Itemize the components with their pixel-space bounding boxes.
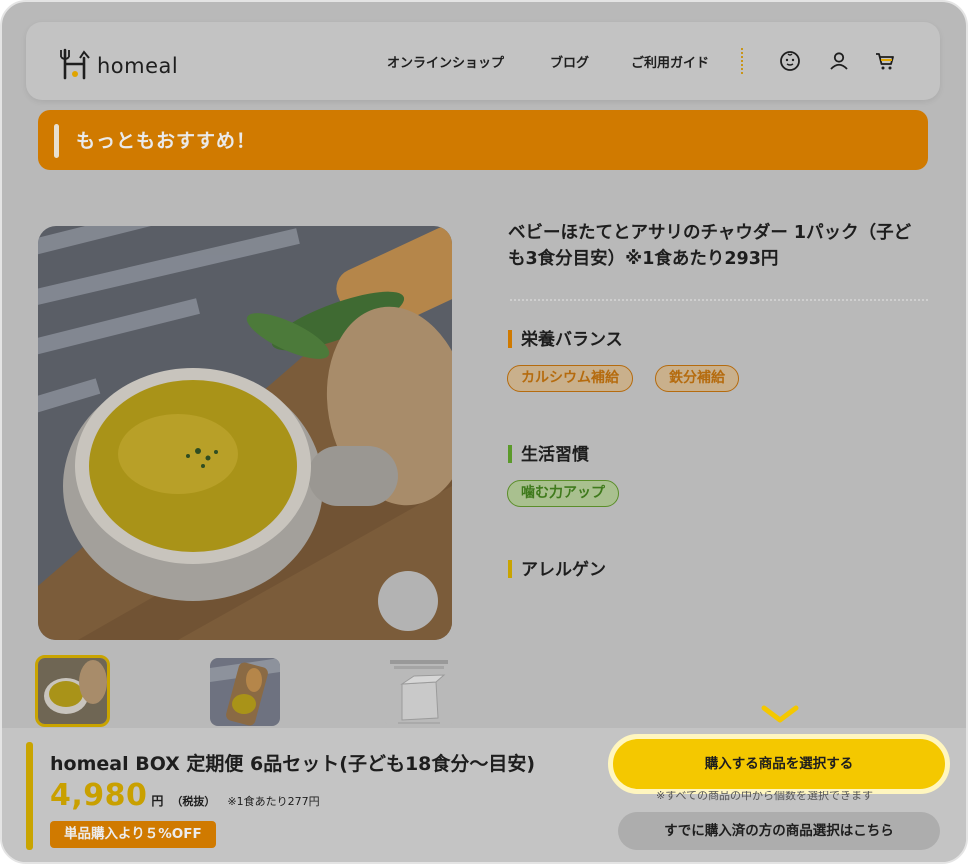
already-purchased-button[interactable]: すでに購入済の方の商品選択はこちら (618, 812, 940, 850)
box-plan-title: homeal BOX 定期便 6品セット(子ども18食分〜目安) (50, 753, 536, 775)
product-main-image[interactable] (38, 226, 452, 640)
section-allergen-heading: アレルゲン (508, 555, 606, 580)
recommend-banner: もっともおすすめ！ (38, 110, 928, 170)
purchase-bar-accent (26, 742, 33, 850)
section-nutrition-label: 栄養バランス (521, 330, 623, 350)
tag-iron: 鉄分補給 (655, 365, 739, 392)
section-accent-bar (508, 330, 512, 348)
price-unit: 円 (151, 794, 164, 808)
section-allergen-label: アレルゲン (521, 560, 606, 580)
nav-divider (741, 48, 743, 74)
thumbnail-3[interactable] (384, 658, 454, 726)
tag-chewing: 噛む力アップ (507, 480, 619, 507)
logo-text: homeal (97, 54, 179, 78)
nav-guide[interactable]: ご利用ガイド (631, 52, 709, 71)
nav-online-shop[interactable]: オンラインショップ (387, 52, 504, 71)
thumbnail-box-image (384, 658, 454, 726)
logo[interactable]: homeal (60, 44, 178, 80)
section-lifestyle-label: 生活習慣 (521, 445, 589, 465)
thumbnail-soup-image (38, 658, 107, 724)
box-price: 4,980 円 （税抜） ※1食あたり277円 (50, 778, 320, 813)
banner-accent (54, 124, 59, 158)
discount-badge: 単品購入より５%OFF (50, 821, 216, 848)
price-per-meal: ※1食あたり277円 (227, 795, 320, 808)
price-tax-note: （税抜） (171, 795, 216, 808)
chevron-down-icon[interactable] (760, 704, 800, 724)
select-products-button[interactable]: 購入する商品を選択する (608, 734, 950, 794)
thumbnail-2[interactable] (210, 658, 280, 726)
banner-title: もっともおすすめ！ (76, 130, 257, 152)
soup-photo (38, 226, 452, 640)
cart-icon[interactable] (874, 50, 896, 72)
section-lifestyle-heading: 生活習慣 (508, 440, 589, 465)
face-icon[interactable] (779, 50, 801, 72)
select-note: ※すべての商品の中から個数を選択できます (656, 791, 874, 802)
thumbnail-plate-image (210, 658, 280, 726)
title-divider (510, 299, 928, 301)
section-nutrition-heading: 栄養バランス (508, 325, 623, 350)
nav-blog[interactable]: ブログ (550, 52, 589, 71)
page-frame: homeal オンラインショップ ブログ ご利用ガイド もっともおすすめ！ ベビ… (0, 0, 968, 864)
user-icon[interactable] (828, 50, 850, 72)
site-header: homeal オンラインショップ ブログ ご利用ガイド (26, 22, 940, 100)
thumbnail-1[interactable] (35, 655, 110, 727)
section-accent-bar (508, 445, 512, 463)
section-accent-bar (508, 560, 512, 578)
tag-calcium: カルシウム補給 (507, 365, 633, 392)
product-title: ベビーほたてとアサリのチャウダー 1パック（子ども3食分目安）※1食あたり293… (508, 223, 912, 269)
price-value: 4,980 (50, 778, 148, 813)
logo-house-icon (60, 48, 90, 80)
